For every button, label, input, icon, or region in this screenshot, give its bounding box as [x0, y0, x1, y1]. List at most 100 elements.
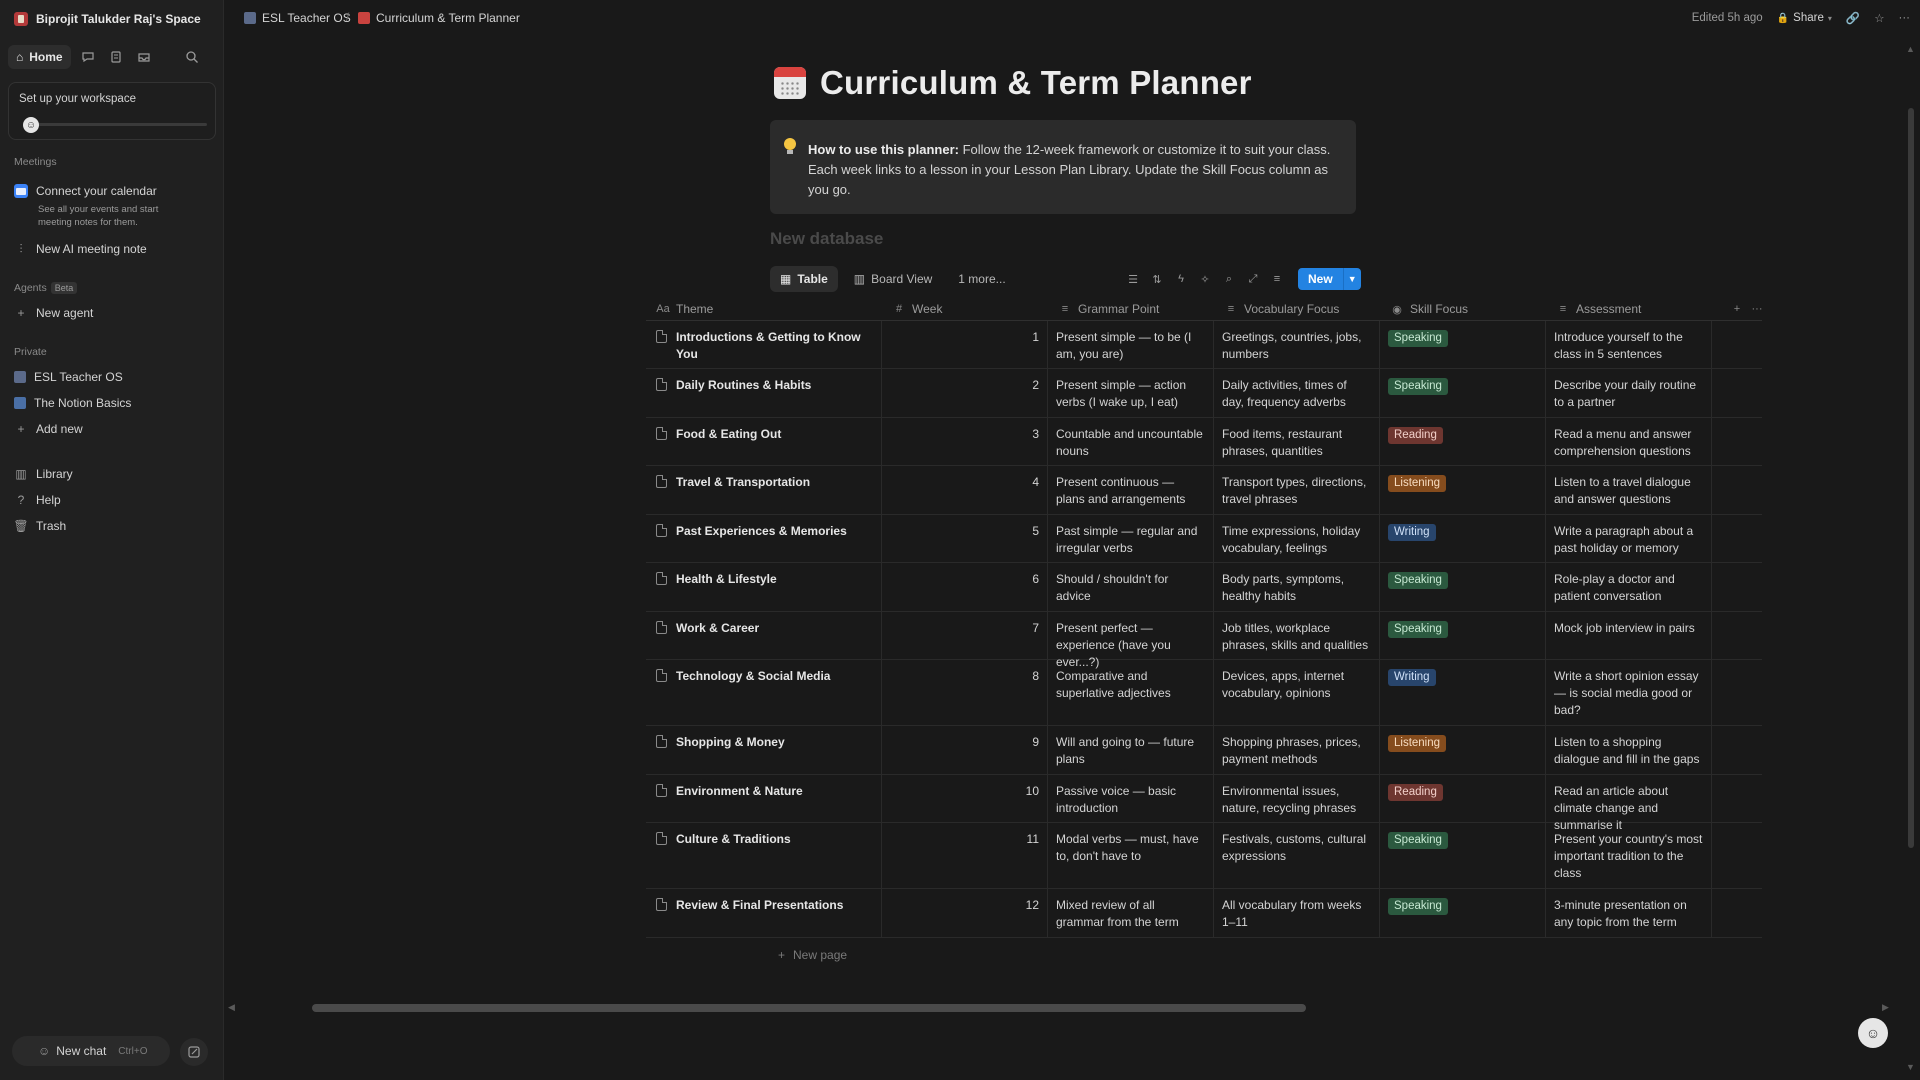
cell-grammar[interactable]: Countable and uncountable nouns	[1048, 418, 1214, 465]
new-page-button[interactable]: + New page	[778, 948, 847, 962]
sidebar-item-notion-basics[interactable]: The Notion Basics	[14, 394, 131, 412]
setup-workspace-card[interactable]: Set up your workspace ☺	[8, 82, 216, 140]
cell-grammar[interactable]: Comparative and superlative adjectives	[1048, 660, 1214, 725]
ai-sparkle-icon[interactable]: ✧	[1198, 272, 1212, 286]
cell-skill[interactable]: Listening	[1380, 466, 1546, 514]
cell-assessment[interactable]: Present your country's most important tr…	[1546, 823, 1712, 888]
cell-grammar[interactable]: Modal verbs — must, have to, don't have …	[1048, 823, 1214, 888]
tab-board-view[interactable]: ▥ Board View	[844, 266, 943, 292]
cell-week[interactable]: 3	[882, 418, 1048, 465]
database-title[interactable]: New database	[770, 229, 883, 249]
cell-grammar[interactable]: Should / shouldn't for advice	[1048, 563, 1214, 611]
cell-theme[interactable]: Review & Final Presentations	[646, 889, 882, 937]
cell-assessment[interactable]: Listen to a shopping dialogue and fill i…	[1546, 726, 1712, 774]
cell-week[interactable]: 1	[882, 321, 1048, 368]
cell-vocabulary[interactable]: Devices, apps, internet vocabulary, opin…	[1214, 660, 1380, 725]
cell-grammar[interactable]: Present continuous — plans and arrangeme…	[1048, 466, 1214, 514]
table-row[interactable]: Health & Lifestyle 6 Should / shouldn't fo…	[646, 563, 1762, 612]
link-icon[interactable]: 🔗	[1846, 11, 1860, 25]
cell-skill[interactable]: Reading	[1380, 775, 1546, 822]
calendar-icon[interactable]	[774, 67, 806, 99]
cell-week[interactable]: 12	[882, 889, 1048, 937]
cell-theme[interactable]: Shopping & Money	[646, 726, 882, 774]
meeting-notes-icon[interactable]	[105, 46, 127, 68]
column-header-vocabulary[interactable]: ≡ Vocabulary Focus	[1214, 297, 1340, 321]
cell-vocabulary[interactable]: Greetings, countries, jobs, numbers	[1214, 321, 1380, 368]
page-title[interactable]: Curriculum & Term Planner	[820, 64, 1252, 102]
compose-icon[interactable]	[180, 1038, 208, 1066]
cell-vocabulary[interactable]: Daily activities, times of day, frequenc…	[1214, 369, 1380, 417]
sidebar-item-trash[interactable]: 🗑 Trash	[13, 517, 66, 535]
cell-theme[interactable]: Daily Routines & Habits	[646, 369, 882, 417]
cell-week[interactable]: 2	[882, 369, 1048, 417]
cell-skill[interactable]: Listening	[1380, 726, 1546, 774]
new-record-button[interactable]: New ▼	[1298, 268, 1361, 290]
workspace-switcher[interactable]: Biprojit Talukder Raj's Space	[14, 10, 201, 28]
column-more-icon[interactable]: ···	[1740, 297, 1764, 321]
automation-icon[interactable]: ϟ	[1174, 272, 1188, 286]
cell-theme[interactable]: Food & Eating Out	[646, 418, 882, 465]
cell-week[interactable]: 7	[882, 612, 1048, 659]
table-row[interactable]: Past Experiences & Memories 5 Past simple …	[646, 515, 1762, 563]
cell-theme[interactable]: Health & Lifestyle	[646, 563, 882, 611]
cell-week[interactable]: 9	[882, 726, 1048, 774]
table-row[interactable]: Technology & Social Media 8 Comparative an…	[646, 660, 1762, 726]
cell-vocabulary[interactable]: Body parts, symptoms, healthy habits	[1214, 563, 1380, 611]
cell-skill[interactable]: Writing	[1380, 515, 1546, 562]
cell-skill[interactable]: Speaking	[1380, 612, 1546, 659]
cell-assessment[interactable]: Listen to a travel dialogue and answer q…	[1546, 466, 1712, 514]
cell-week[interactable]: 5	[882, 515, 1048, 562]
vertical-scrollbar[interactable]	[1908, 108, 1914, 848]
filter-icon[interactable]: ☰	[1126, 272, 1140, 286]
ai-assistant-icon[interactable]: ☺	[1858, 1018, 1888, 1048]
column-header-grammar[interactable]: ≡ Grammar Point	[1048, 297, 1160, 321]
cell-vocabulary[interactable]: Job titles, workplace phrases, skills an…	[1214, 612, 1380, 659]
cell-theme[interactable]: Technology & Social Media	[646, 660, 882, 725]
cell-grammar[interactable]: Present simple — action verbs (I wake up…	[1048, 369, 1214, 417]
more-icon[interactable]: ···	[1899, 12, 1911, 24]
scroll-up-icon[interactable]: ▲	[1906, 44, 1915, 54]
chat-icon[interactable]	[77, 46, 99, 68]
cell-vocabulary[interactable]: Festivals, customs, cultural expressions	[1214, 823, 1380, 888]
sidebar-item-library[interactable]: ▥ Library	[14, 465, 72, 483]
cell-skill[interactable]: Writing	[1380, 660, 1546, 725]
table-row[interactable]: Introductions & Getting to Know You 1 Pres…	[646, 321, 1762, 369]
settings-icon[interactable]: ≡	[1270, 272, 1284, 286]
cell-week[interactable]: 4	[882, 466, 1048, 514]
column-header-assessment[interactable]: ≡ Assessment	[1546, 297, 1642, 321]
cell-assessment[interactable]: Read a menu and answer comprehension que…	[1546, 418, 1712, 465]
breadcrumb-current-page[interactable]: Curriculum & Term Planner	[358, 11, 520, 25]
sort-icon[interactable]: ⇅	[1150, 272, 1164, 286]
cell-vocabulary[interactable]: Environmental issues, nature, recycling …	[1214, 775, 1380, 822]
cell-week[interactable]: 11	[882, 823, 1048, 888]
table-row[interactable]: Food & Eating Out 3 Countable and uncounta…	[646, 418, 1762, 466]
breadcrumb-esl-teacher-os[interactable]: ESL Teacher OS	[244, 11, 351, 25]
cell-skill[interactable]: Speaking	[1380, 563, 1546, 611]
cell-vocabulary[interactable]: Shopping phrases, prices, payment method…	[1214, 726, 1380, 774]
expand-icon[interactable]: ⤢	[1246, 272, 1260, 286]
scroll-right-icon[interactable]: ▶	[1882, 1002, 1889, 1013]
search-icon[interactable]	[181, 46, 203, 68]
cell-grammar[interactable]: Present simple — to be (I am, you are)	[1048, 321, 1214, 368]
home-button[interactable]: ⌂ Home	[8, 45, 71, 69]
new-ai-meeting-note-item[interactable]: ⫶ New AI meeting note	[14, 240, 146, 258]
instructions-callout[interactable]: How to use this planner: Follow the 12-w…	[770, 120, 1356, 214]
sidebar-item-help[interactable]: ? Help	[14, 491, 61, 509]
cell-skill[interactable]: Speaking	[1380, 823, 1546, 888]
table-row[interactable]: Shopping & Money 9 Will and going to — fut…	[646, 726, 1762, 775]
cell-theme[interactable]: Introductions & Getting to Know You	[646, 321, 882, 368]
cell-vocabulary[interactable]: Transport types, directions, travel phra…	[1214, 466, 1380, 514]
scroll-down-icon[interactable]: ▼	[1906, 1062, 1915, 1072]
scroll-left-icon[interactable]: ◀	[228, 1002, 235, 1013]
tab-more-views[interactable]: 1 more...	[948, 266, 1015, 292]
add-new-item[interactable]: + Add new	[14, 420, 82, 438]
cell-theme[interactable]: Environment & Nature	[646, 775, 882, 822]
horizontal-scrollbar[interactable]	[312, 1004, 1306, 1012]
cell-grammar[interactable]: Mixed review of all grammar from the ter…	[1048, 889, 1214, 937]
cell-assessment[interactable]: Role-play a doctor and patient conversat…	[1546, 563, 1712, 611]
table-row[interactable]: Review & Final Presentations 12 Mixed revi…	[646, 889, 1762, 938]
cell-grammar[interactable]: Will and going to — future plans	[1048, 726, 1214, 774]
cell-week[interactable]: 8	[882, 660, 1048, 725]
search-icon[interactable]: ⌕	[1222, 272, 1236, 286]
cell-vocabulary[interactable]: Time expressions, holiday vocabulary, fe…	[1214, 515, 1380, 562]
